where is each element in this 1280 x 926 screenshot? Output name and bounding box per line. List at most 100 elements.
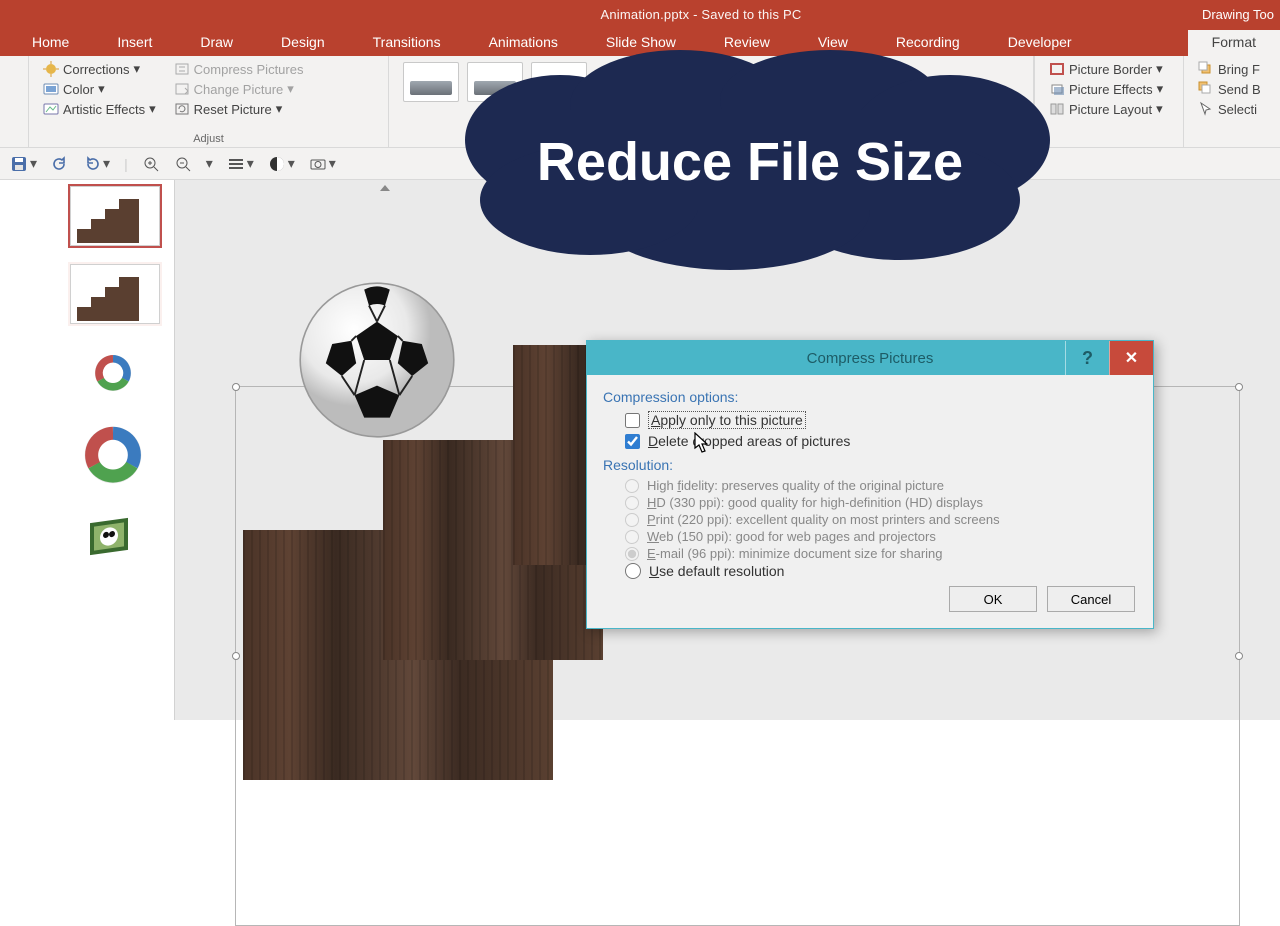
picture-styles-gallery[interactable] xyxy=(403,62,1019,102)
picture-layout-button[interactable]: Picture Layout ▾ xyxy=(1049,100,1169,118)
checkbox-input[interactable] xyxy=(625,434,640,449)
chevron-down-icon: ▾ xyxy=(1157,81,1164,97)
tab-transitions[interactable]: Transitions xyxy=(349,30,465,56)
resize-handle[interactable] xyxy=(1235,652,1243,660)
qat-zoom-out-icon[interactable] xyxy=(174,155,192,173)
radio-input xyxy=(625,479,639,493)
title-bar: Animation.pptx - Saved to this PC Drawin… xyxy=(0,0,1280,28)
chevron-down-icon: ▾ xyxy=(1156,101,1163,117)
layout-icon xyxy=(1049,101,1065,117)
tab-insert[interactable]: Insert xyxy=(93,30,176,56)
reset-icon xyxy=(174,101,190,117)
bring-forward-button[interactable]: Bring F xyxy=(1198,60,1266,78)
chevron-down-icon: ▾ xyxy=(287,81,294,97)
qat-zoom-in-icon[interactable] xyxy=(142,155,160,173)
picture-border-button[interactable]: Picture Border ▾ xyxy=(1049,60,1169,78)
radio-use-default[interactable]: Use default resolution xyxy=(603,562,1137,580)
compress-icon xyxy=(174,61,190,77)
compress-pictures-dialog: Compress Pictures ? ✕ Compression option… xyxy=(586,340,1154,629)
checkbox-apply-only[interactable]: Apply only to this picture xyxy=(603,409,1137,431)
ribbon: Corrections ▾ Color ▾ Artistic Effects ▾… xyxy=(0,56,1280,148)
tab-recording[interactable]: Recording xyxy=(872,30,984,56)
scroll-up-icon[interactable] xyxy=(377,180,393,196)
dialog-help-button[interactable]: ? xyxy=(1065,341,1109,375)
qat-menu-icon[interactable]: ▾ xyxy=(227,155,254,173)
selection-pane-button[interactable]: Selecti xyxy=(1198,100,1266,118)
ok-button[interactable]: OK xyxy=(949,586,1037,612)
change-picture-icon xyxy=(174,81,190,97)
radio-input[interactable] xyxy=(625,563,641,579)
artistic-effects-button[interactable]: Artistic Effects ▾ xyxy=(43,100,156,118)
tab-home[interactable]: Home xyxy=(8,30,93,56)
chevron-down-icon: ▾ xyxy=(98,81,105,97)
soccer-ball-image xyxy=(297,280,457,440)
send-backward-icon xyxy=(1198,81,1214,97)
contextual-tab-label: Drawing Too xyxy=(1202,7,1280,22)
cancel-button[interactable]: Cancel xyxy=(1047,586,1135,612)
radio-input xyxy=(625,547,639,561)
chevron-down-icon: ▾ xyxy=(1156,61,1163,77)
effects-icon xyxy=(1049,81,1065,97)
radio-hd: HD (330 ppi): good quality for high-defi… xyxy=(603,494,1137,511)
tab-format[interactable]: Format xyxy=(1188,30,1280,56)
dialog-titlebar[interactable]: Compress Pictures ? ✕ xyxy=(587,341,1153,375)
chevron-down-icon: ▾ xyxy=(276,101,283,117)
picture-effects-button[interactable]: Picture Effects ▾ xyxy=(1049,80,1169,98)
slide-thumbnail[interactable] xyxy=(70,264,160,324)
qat-undo-icon[interactable] xyxy=(51,155,69,173)
ribbon-group-adjust: Corrections ▾ Color ▾ Artistic Effects ▾… xyxy=(29,56,389,147)
slide-thumbnail[interactable] xyxy=(70,342,160,402)
qat-contrast-icon[interactable]: ▾ xyxy=(268,155,295,173)
tab-animations[interactable]: Animations xyxy=(465,30,582,56)
tab-developer[interactable]: Developer xyxy=(984,30,1096,56)
radio-input xyxy=(625,513,639,527)
slide-thumbnail[interactable] xyxy=(70,420,160,492)
ribbon-group-formatting: Picture Border ▾ Picture Effects ▾ Pictu… xyxy=(1034,56,1184,147)
ribbon-group-picture-styles xyxy=(389,56,1034,147)
corrections-icon xyxy=(43,61,59,77)
slide-thumbnail[interactable] xyxy=(70,510,160,570)
checkbox-delete-cropped[interactable]: Delete cropped areas of pictures xyxy=(603,431,1137,451)
tab-draw[interactable]: Draw xyxy=(176,30,257,56)
change-picture-button[interactable]: Change Picture ▾ xyxy=(174,80,294,98)
qat-camera-icon[interactable]: ▾ xyxy=(309,155,336,173)
reset-picture-button[interactable]: Reset Picture ▾ xyxy=(174,100,283,118)
compress-pictures-button[interactable]: Compress Pictures xyxy=(174,60,304,78)
tab-view[interactable]: View xyxy=(794,30,872,56)
radio-high-fidelity: High fidelity: preserves quality of the … xyxy=(603,477,1137,494)
style-thumb[interactable] xyxy=(403,62,459,102)
color-button[interactable]: Color ▾ xyxy=(43,80,105,98)
color-icon xyxy=(43,81,59,97)
border-icon xyxy=(1049,61,1065,77)
resize-handle[interactable] xyxy=(1235,383,1243,391)
selection-icon xyxy=(1198,101,1214,117)
group-label-adjust: Adjust xyxy=(43,133,374,145)
dialog-close-button[interactable]: ✕ xyxy=(1109,341,1153,375)
qat-more-icon[interactable]: ▾ xyxy=(206,155,213,172)
resize-handle[interactable] xyxy=(232,652,240,660)
chevron-down-icon: ▾ xyxy=(149,101,156,117)
radio-input xyxy=(625,496,639,510)
style-thumb[interactable] xyxy=(467,62,523,102)
ribbon-tabstrip: Home Insert Draw Design Transitions Anim… xyxy=(0,28,1280,56)
chevron-down-icon: ▾ xyxy=(133,61,140,77)
corrections-button[interactable]: Corrections ▾ xyxy=(43,60,140,78)
radio-email: E-mail (96 ppi): minimize document size … xyxy=(603,545,1137,562)
qat-redo-icon[interactable]: ▾ xyxy=(83,155,110,173)
slide-thumbnail-panel[interactable] xyxy=(0,180,175,720)
send-backward-button[interactable]: Send B xyxy=(1198,80,1266,98)
slide-thumbnail[interactable] xyxy=(70,186,160,246)
section-compression-options: Compression options: xyxy=(603,389,1137,405)
tab-review[interactable]: Review xyxy=(700,30,794,56)
radio-web: Web (150 ppi): good for web pages and pr… xyxy=(603,528,1137,545)
section-resolution: Resolution: xyxy=(603,457,1137,473)
resize-handle[interactable] xyxy=(232,383,240,391)
bring-forward-icon xyxy=(1198,61,1214,77)
style-thumb[interactable] xyxy=(531,62,587,102)
tab-design[interactable]: Design xyxy=(257,30,349,56)
qat-save-icon[interactable]: ▾ xyxy=(10,155,37,173)
document-title: Animation.pptx - Saved to this PC xyxy=(200,7,1202,22)
tab-slideshow[interactable]: Slide Show xyxy=(582,30,700,56)
checkbox-input[interactable] xyxy=(625,413,640,428)
dialog-title: Compress Pictures xyxy=(807,350,934,367)
